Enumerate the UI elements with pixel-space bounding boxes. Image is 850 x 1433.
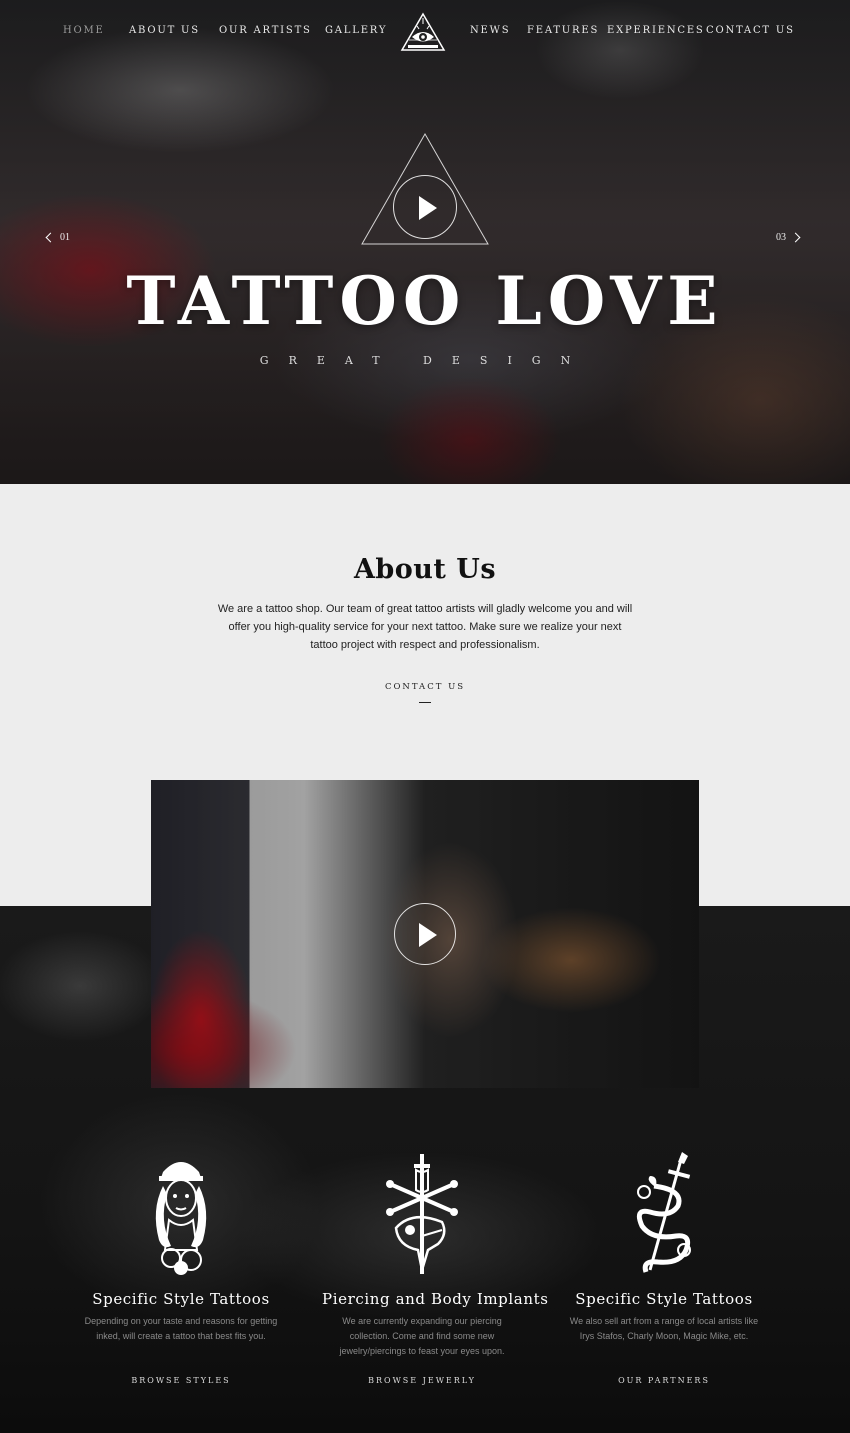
hero-play-button[interactable] [393,175,457,239]
chevron-right-icon [790,232,801,243]
hero-subtitle: GREAT DESIGN [259,354,591,367]
feature-title: Specific Style Tattoos [575,1290,753,1308]
eye-triangle-logo-icon[interactable] [400,12,446,52]
feature-text: We also sell art from a range of local a… [569,1316,759,1341]
browse-styles-link[interactable]: BROWSE STYLES [81,1376,281,1385]
feature-text: Depending on your taste and reasons for … [84,1316,278,1341]
feature-text: We are currently expanding our piercing … [339,1316,505,1356]
nav-item-features[interactable]: FEATURES [527,25,599,36]
about-text: We are a tattoo shop. Our team of great … [217,603,633,651]
slider-prev-button[interactable]: 01 [45,232,70,243]
link-underline [419,702,431,703]
nav-item-news[interactable]: NEWS [470,25,510,36]
nav-item-our-artists[interactable]: OUR ARTISTS [219,25,312,36]
our-partners-link[interactable]: OUR PARTNERS [564,1376,764,1385]
browse-jewelry-link[interactable]: BROWSE JEWERLY [322,1376,522,1385]
about-contact-link[interactable]: CONTACT US [0,682,850,692]
about-title: About Us [353,554,497,585]
nav-item-home[interactable]: HOME [63,25,105,36]
bird-skull-dagger-icon [386,1154,458,1274]
feature-card: Specific Style Tattoos Depending on your… [81,1150,281,1385]
nav-item-gallery[interactable]: GALLERY [325,25,387,36]
video-player[interactable] [151,780,699,1088]
feature-card: Piercing and Body Implants We are curren… [322,1150,549,1385]
video-play-button[interactable] [394,903,456,965]
feature-title: Piercing and Body Implants [322,1290,549,1308]
nav-item-experiences[interactable]: EXPERIENCES [607,25,705,36]
pinup-girl-icon [155,1162,207,1275]
slider-next-button[interactable]: 03 [776,232,801,243]
chevron-left-icon [45,232,56,243]
nav-item-contact-us[interactable]: CONTACT US [706,25,795,36]
hero-section: HOME ABOUT US OUR ARTISTS GALLERY NEWS F… [0,0,850,484]
nav-item-about-us[interactable]: ABOUT US [129,25,200,36]
hero-title: TATTOO LOVE [126,262,724,340]
slider-prev-label: 01 [60,232,70,243]
snake-dagger-icon [636,1152,691,1273]
feature-card: Specific Style Tattoos We also sell art … [564,1150,764,1385]
slider-next-label: 03 [776,232,786,243]
feature-title: Specific Style Tattoos [92,1290,270,1308]
